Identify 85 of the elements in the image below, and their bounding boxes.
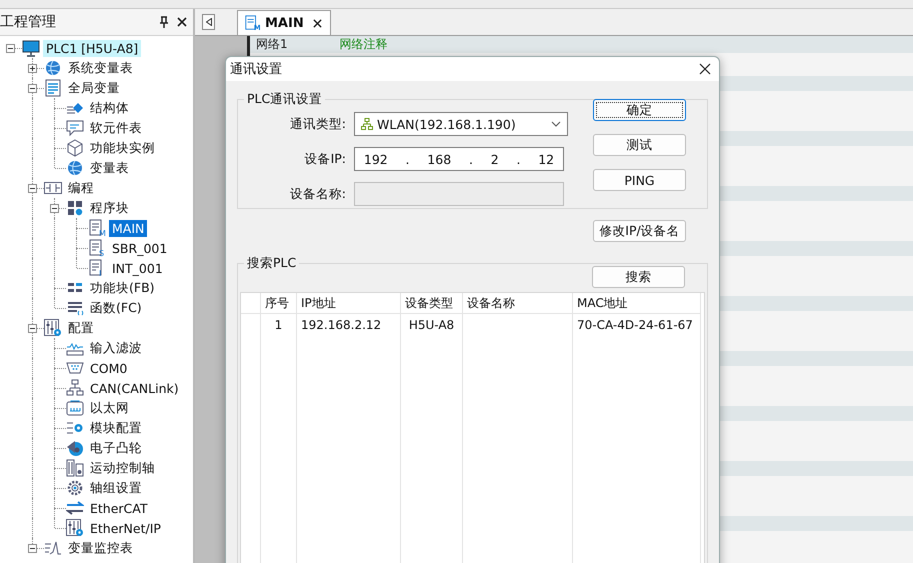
tree-item[interactable]: 电子凸轮 xyxy=(87,438,145,458)
dialog-button[interactable]: 测试 xyxy=(593,134,686,156)
group-legend: 搜索PLC xyxy=(244,255,300,272)
ethernet-icon xyxy=(66,399,84,417)
tree-item[interactable]: 结构体 xyxy=(87,98,132,118)
column-header[interactable]: 序号 xyxy=(261,293,297,314)
globe-icon xyxy=(66,159,84,177)
close-icon[interactable] xyxy=(699,63,711,75)
tree-item[interactable]: 变量监控表 xyxy=(65,538,136,558)
network-icon xyxy=(66,379,84,397)
collapse-icon[interactable] xyxy=(28,544,37,553)
tree-item[interactable]: 配置 xyxy=(65,318,97,338)
column-header[interactable]: MAC地址 xyxy=(573,293,701,314)
collapse-icon[interactable] xyxy=(6,44,15,53)
network-label: 网络1 xyxy=(256,36,288,53)
dialog-button[interactable]: PING xyxy=(593,169,686,191)
collapse-icon[interactable] xyxy=(50,204,59,213)
tree-item[interactable]: 软元件表 xyxy=(87,118,145,138)
column-header[interactable]: IP地址 xyxy=(297,293,401,314)
table-cell: 192.168.2.12 xyxy=(297,314,401,335)
fc-icon xyxy=(66,299,84,317)
collapse-icon[interactable] xyxy=(28,84,37,93)
close-icon[interactable] xyxy=(312,18,322,28)
tree-item[interactable]: MAIN xyxy=(109,220,148,236)
column-header[interactable]: 设备名称 xyxy=(463,293,573,314)
field-label: 设备名称: xyxy=(288,186,347,202)
tree-item[interactable]: 运动控制轴 xyxy=(87,458,158,478)
table-cell: 1 xyxy=(261,314,297,335)
globe-icon xyxy=(44,59,62,77)
tree-item[interactable]: 全局变量 xyxy=(65,78,123,98)
scroll-left-button[interactable] xyxy=(202,14,215,30)
tree-item[interactable]: COM0 xyxy=(87,360,130,376)
document-icon xyxy=(44,79,62,97)
tree-item[interactable]: 功能块实例 xyxy=(87,138,158,158)
field-label: 设备IP: xyxy=(304,150,347,168)
network-comment: 网络注释 xyxy=(340,36,388,53)
config-icon xyxy=(66,519,84,537)
dialog-title: 通讯设置 xyxy=(230,61,282,78)
pin-icon[interactable] xyxy=(159,16,169,28)
tree-item[interactable]: PLC1 [H5U-A8] xyxy=(43,40,142,56)
ip-address-field[interactable]: 192 . 168 . 2 . 12 xyxy=(354,147,564,171)
tree-item[interactable]: 轴组设置 xyxy=(87,478,145,498)
tree-item[interactable]: INT_001 xyxy=(109,260,166,276)
tree-item[interactable]: 系统变量表 xyxy=(65,58,136,78)
cube-icon xyxy=(66,139,84,157)
group-legend: PLC通讯设置 xyxy=(244,91,326,108)
column-header[interactable]: 设备类型 xyxy=(401,293,463,314)
table-cell: 70-CA-4D-24-61-67 xyxy=(573,314,701,335)
panel-title: 工程管理 xyxy=(0,13,57,31)
tree-item[interactable]: CAN(CANLink) xyxy=(87,380,182,396)
monitor-icon xyxy=(22,39,40,57)
collapse-icon[interactable] xyxy=(28,184,37,193)
comment-icon xyxy=(66,119,84,137)
expand-icon[interactable] xyxy=(28,64,37,73)
modify-ip-button[interactable]: 修改IP/设备名 xyxy=(593,220,686,242)
caret-icon xyxy=(551,121,561,127)
table-header-corner xyxy=(241,293,261,314)
search-button[interactable]: 搜索 xyxy=(592,266,685,288)
tree-item[interactable]: 函数(FC) xyxy=(87,298,145,318)
tree-item[interactable]: 功能块(FB) xyxy=(87,278,158,298)
gear-icon xyxy=(66,479,84,497)
tree-item[interactable]: EtherCAT xyxy=(87,500,150,516)
table-cell: H5U-A8 xyxy=(401,314,463,335)
tree-item[interactable]: 程序块 xyxy=(87,198,132,218)
dialog-button[interactable]: 确定 xyxy=(593,99,686,121)
tree-item[interactable]: SBR_001 xyxy=(109,240,170,256)
config-icon xyxy=(44,319,62,337)
tree-item[interactable]: 输入滤波 xyxy=(87,338,145,358)
blocks-icon xyxy=(66,199,84,217)
tree-item[interactable]: 变量表 xyxy=(87,158,132,178)
tree-item[interactable]: 以太网 xyxy=(87,398,132,418)
left-arrow-icon xyxy=(206,18,212,26)
tree-item[interactable]: EtherNet/IP xyxy=(87,520,164,536)
cam-icon xyxy=(66,439,84,457)
tree-item[interactable]: 编程 xyxy=(65,178,97,198)
chart-icon xyxy=(44,539,62,557)
comm-type-dropdown[interactable]: WLAN(192.168.1.190) xyxy=(354,112,568,136)
table-row[interactable]: 1 192.168.2.12 H5U-A8 70-CA-4D-24-61-67 xyxy=(241,314,704,335)
field-label: 通讯类型: xyxy=(288,116,347,132)
close-icon[interactable] xyxy=(177,17,187,27)
ladder-icon xyxy=(44,179,62,197)
tree-item[interactable]: 模块配置 xyxy=(87,418,145,438)
collapse-icon[interactable] xyxy=(28,324,37,333)
axis-icon xyxy=(66,459,84,477)
network-icon xyxy=(361,118,373,130)
